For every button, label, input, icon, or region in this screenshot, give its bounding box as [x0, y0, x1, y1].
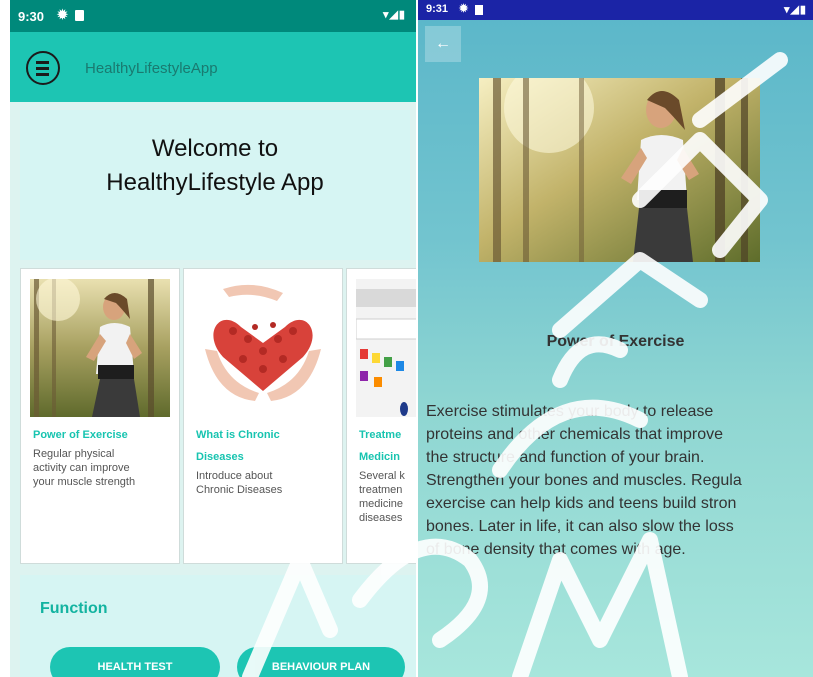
detail-screen: 9:31 ✹ ▾◢▮ ← Power of Exercise Exercise …	[418, 0, 813, 677]
signal-battery-icons: ▾◢▮	[783, 4, 807, 16]
home-screen: 9:30 ✹ ▾◢▮ HealthyLifestyleApp Welcome t…	[10, 0, 416, 677]
card-desc-line: Several k	[359, 470, 405, 482]
card-description: Introduce about Chronic Diseases	[196, 469, 336, 497]
card-title: Treatme Medicin	[359, 424, 416, 468]
gear-icon: ✹	[459, 3, 469, 15]
card-title-line: What is Chronic	[196, 429, 280, 441]
card-title-line: Medicin	[359, 451, 400, 463]
body-line: proteins and other chemicals that improv…	[426, 426, 724, 443]
feature-cards-carousel[interactable]: Power of Exercise Regular physical activ…	[20, 268, 416, 566]
signal-battery-icons: ▾◢▮	[382, 9, 406, 21]
menu-circle-icon[interactable]	[26, 51, 60, 85]
card-desc-line: activity can improve	[33, 462, 130, 474]
card-desc-line: your muscle strength	[33, 476, 136, 488]
card-title: Power of Exercise	[33, 424, 173, 446]
app-bar: HealthyLifestyleApp	[10, 32, 416, 102]
card-description: Several k treatmen medicine diseases	[359, 469, 416, 525]
body-line: bones. Later in life, it can also slow t…	[426, 518, 734, 535]
status-time: 9:31	[426, 3, 449, 15]
status-time: 9:30	[18, 9, 45, 24]
card-desc-line: Regular physical	[33, 448, 115, 460]
sd-card-icon	[75, 10, 84, 21]
behaviour-plan-button[interactable]: BEHAVIOUR PLAN	[237, 647, 405, 677]
gear-icon: ✹	[57, 7, 68, 22]
body-line: exercise can help kids and teens build s…	[426, 495, 737, 512]
card-power-of-exercise[interactable]: Power of Exercise Regular physical activ…	[20, 268, 180, 564]
card-desc-line: Chronic Diseases	[196, 484, 283, 496]
runner-hero-image	[479, 78, 760, 262]
card-desc-line: Introduce about	[196, 470, 273, 482]
detail-title: Power of Exercise	[546, 333, 685, 350]
card-title-line: Diseases	[196, 451, 244, 463]
detail-body: Exercise stimulates your body to release…	[426, 400, 813, 561]
heart-hands-image	[193, 279, 333, 417]
card-description: Regular physical activity can improve yo…	[33, 447, 173, 489]
card-desc-line: treatmen	[359, 484, 403, 496]
welcome-line-2: HealthyLifestyle App	[106, 169, 324, 196]
welcome-card: Welcome to HealthyLifestyle App	[20, 110, 410, 260]
welcome-line-1: Welcome to	[151, 135, 279, 162]
body-line: Strengthen your bones and muscles. Regul…	[426, 472, 742, 489]
card-treatment-medicine[interactable]: Treatme Medicin Several k treatmen medic…	[346, 268, 416, 564]
back-arrow-icon[interactable]: ←	[425, 26, 461, 62]
card-title-line: Power of Exercise	[33, 429, 128, 441]
health-test-button[interactable]: HEALTH TEST	[50, 647, 220, 677]
function-title: Function	[40, 600, 108, 617]
body-line: Exercise stimulates your body to release	[426, 403, 714, 420]
body-line: the structure and function of your brain…	[426, 449, 705, 466]
sd-card-icon	[475, 5, 483, 15]
screenshot-stage: 9:30 ✹ ▾◢▮ HealthyLifestyleApp Welcome t…	[0, 0, 813, 677]
body-line: of bone density that comes with age.	[426, 541, 686, 558]
app-title: HealthyLifestyleApp	[85, 60, 218, 77]
medicine-image	[356, 279, 416, 417]
card-title: What is Chronic Diseases	[196, 424, 336, 468]
status-bar: 9:30 ✹ ▾◢▮	[10, 0, 416, 32]
card-desc-line: diseases	[359, 512, 403, 524]
card-desc-line: medicine	[359, 498, 404, 510]
function-section: Function HEALTH TEST BEHAVIOUR PLAN	[20, 575, 416, 677]
runner-image	[30, 279, 170, 417]
card-chronic-diseases[interactable]: What is Chronic Diseases Introduce about…	[183, 268, 343, 564]
card-title-line: Treatme	[359, 429, 402, 441]
welcome-heading: Welcome to HealthyLifestyle App	[20, 132, 410, 200]
status-bar: 9:31 ✹ ▾◢▮	[418, 0, 813, 20]
